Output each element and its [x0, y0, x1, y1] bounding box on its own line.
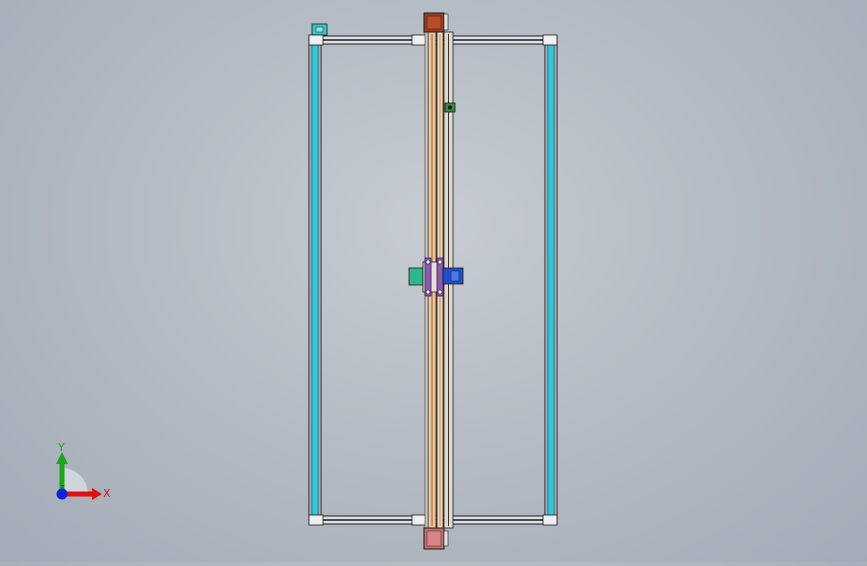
left-end-block[interactable]	[311, 23, 328, 36]
cad-model-view[interactable]	[0, 0, 867, 562]
top-motor[interactable]	[423, 12, 449, 33]
limit-switch[interactable]	[444, 102, 456, 113]
triad-plane-shade	[62, 468, 88, 494]
cad-graphics-viewport[interactable]: Y X Z	[0, 0, 867, 562]
left-rail[interactable]	[308, 37, 322, 523]
tool-carriage[interactable]	[408, 257, 464, 297]
x-axis-arrowhead	[92, 488, 102, 500]
bottom-motor[interactable]	[423, 527, 449, 550]
z-axis-label: Z	[60, 484, 65, 492]
coordinate-triad: Y X Z	[40, 438, 120, 508]
right-rail[interactable]	[544, 37, 558, 523]
x-axis-label: X	[103, 487, 111, 500]
triad-graphic: Y X Z	[56, 441, 111, 500]
y-axis-label: Y	[57, 441, 65, 454]
